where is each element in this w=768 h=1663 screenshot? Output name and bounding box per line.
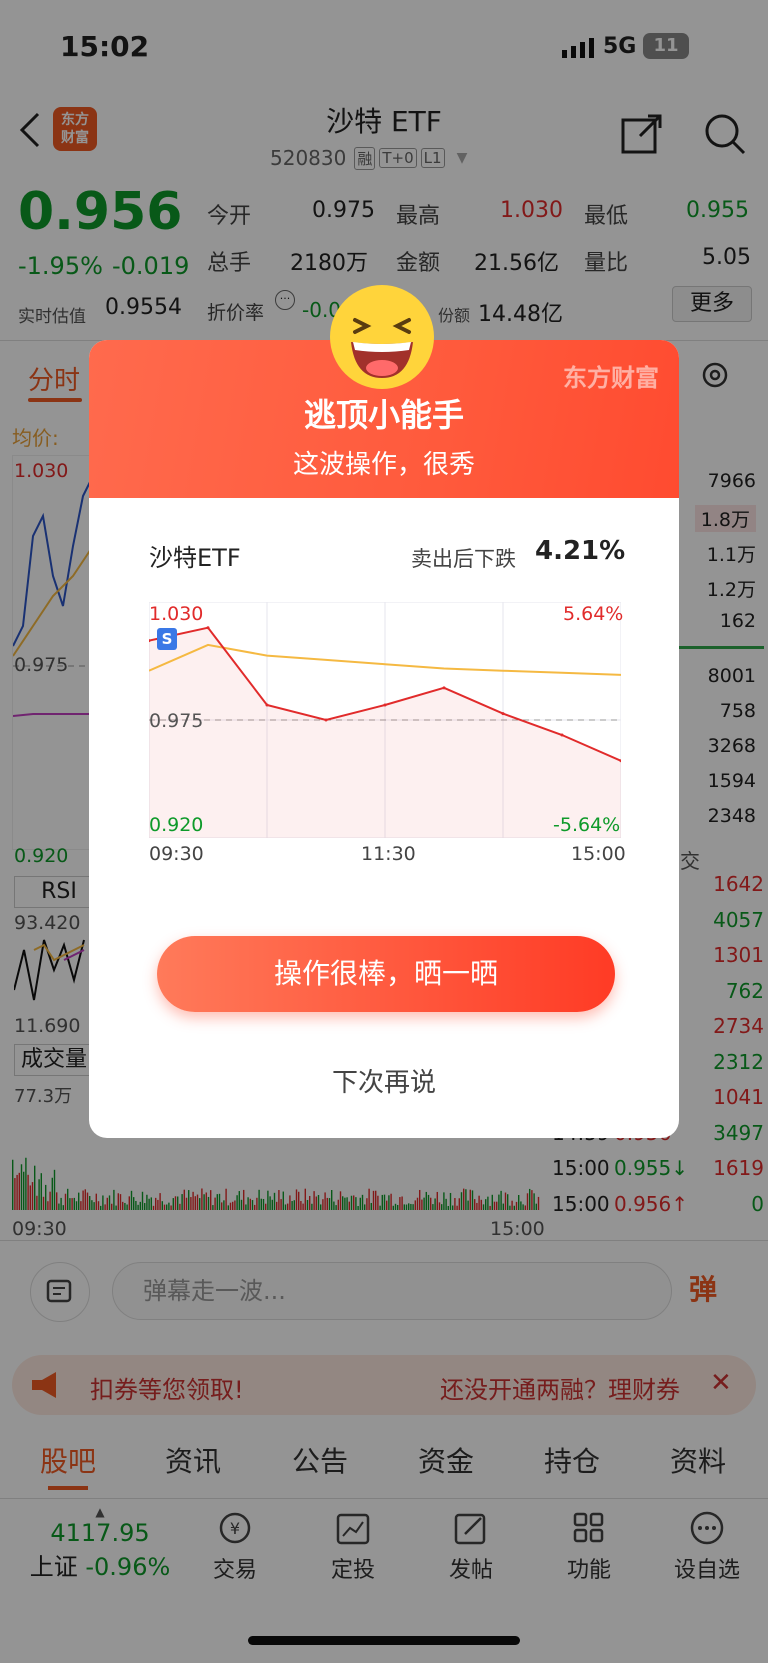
modal-chart-top-left: 1.030 <box>149 603 204 625</box>
modal-chart-svg <box>147 601 623 839</box>
modal-subtitle: 这波操作，很秀 <box>292 450 475 480</box>
price-point <box>442 686 446 690</box>
price-point <box>324 718 328 722</box>
modal-chart-mid: 0.975 <box>149 710 204 732</box>
modal-chart-bottom-left: 0.920 <box>149 814 204 836</box>
modal-drop-value: 4.21% <box>535 536 626 566</box>
price-point <box>383 703 387 707</box>
share-result-button[interactable]: 操作很棒，晒一晒 <box>157 936 615 1012</box>
price-point <box>265 703 269 707</box>
dismiss-button[interactable]: 下次再说 <box>89 1062 679 1099</box>
modal-drop-label: 卖出后下跌 <box>411 547 516 571</box>
price-point <box>501 712 505 716</box>
modal-stock-name: 沙特ETF <box>149 544 241 572</box>
modal-time-1: 09:30 <box>149 843 204 865</box>
modal-title: 逃顶小能手 <box>303 396 464 434</box>
modal-chart-top-right: 5.64% <box>563 603 624 625</box>
achievement-modal: 东方财富 逃顶小能手 这波操作，很秀 沙特ETF 卖出后下跌 4.21% 1.0… <box>89 340 679 1138</box>
modal-brand: 东方财富 <box>563 364 659 392</box>
modal-sell-marker: S <box>157 628 177 650</box>
price-point <box>206 626 210 630</box>
modal-chart-bottom-right: -5.64% <box>553 814 621 836</box>
modal-time-2: 11:30 <box>361 843 416 865</box>
price-point <box>560 733 564 737</box>
modal-chart <box>147 601 623 839</box>
laughing-emoji-icon <box>327 282 437 396</box>
modal-time-3: 15:00 <box>571 843 626 865</box>
